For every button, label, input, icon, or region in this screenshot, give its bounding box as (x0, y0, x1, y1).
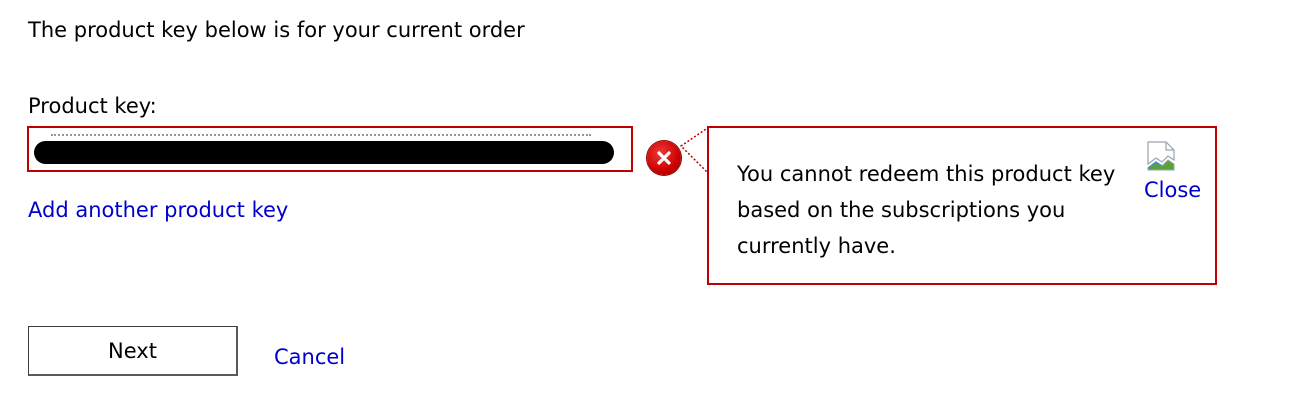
add-another-product-key-link[interactable]: Add another product key (28, 196, 288, 224)
close-link[interactable]: Close (1144, 176, 1201, 204)
cancel-link[interactable]: Cancel (274, 343, 345, 371)
redaction-edge (51, 134, 591, 144)
x-glyph (657, 151, 671, 165)
close-control[interactable]: Close (1144, 140, 1210, 210)
product-key-input[interactable] (27, 126, 633, 172)
error-tooltip: You cannot redeem this product key based… (707, 126, 1217, 285)
redacted-key-value (34, 141, 614, 164)
product-key-label: Product key: (28, 94, 157, 118)
next-button[interactable]: Next (28, 326, 238, 376)
redeem-product-key-page: The product key below is for your curren… (0, 0, 1312, 416)
intro-text: The product key below is for your curren… (28, 18, 525, 42)
error-message: You cannot redeem this product key based… (737, 162, 1116, 258)
broken-image-icon (1147, 141, 1175, 171)
